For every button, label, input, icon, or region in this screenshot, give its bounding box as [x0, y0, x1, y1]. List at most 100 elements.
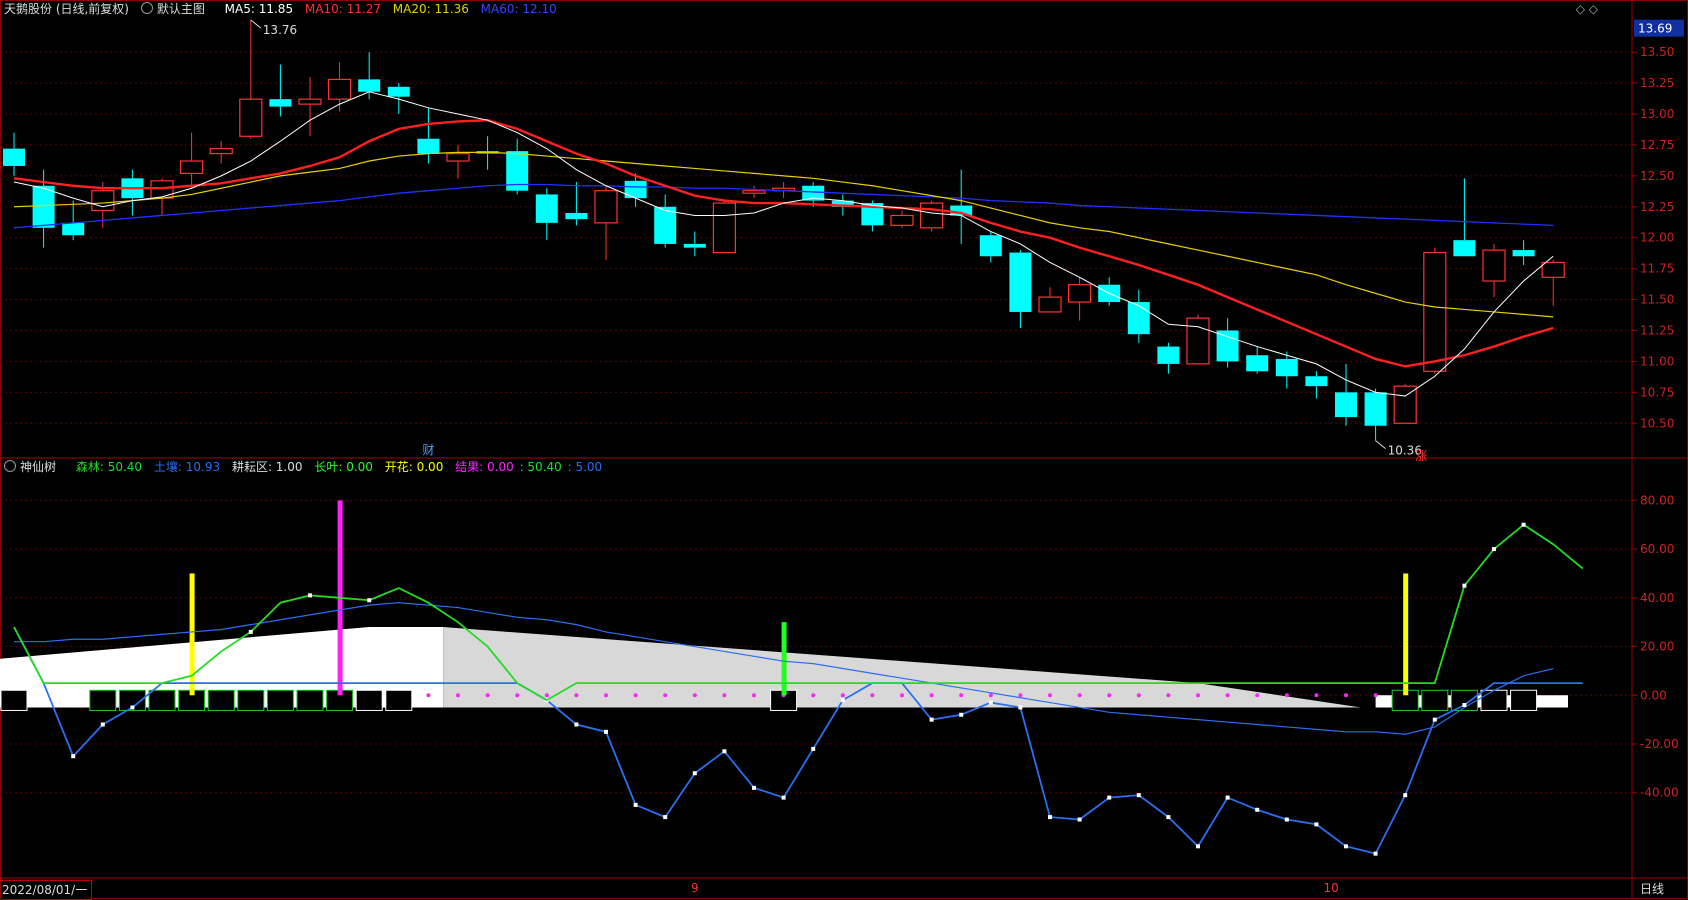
tree-box	[266, 689, 294, 711]
jieguo-point	[1107, 795, 1112, 800]
jieguo-value2: : 50.40	[519, 460, 562, 474]
zero-dot	[456, 693, 460, 698]
candle-up	[1038, 296, 1062, 313]
candle-down	[1216, 330, 1239, 362]
tree-box	[385, 689, 413, 711]
zhang-badge: 涨	[1415, 448, 1427, 463]
chart-canvas[interactable]: 10.50 10.75 11.00 11.25 11.50 11.75 12.00 12.25…	[0, 0, 1688, 899]
sub-ytick-label: 80.00	[1640, 493, 1674, 507]
zero-dot	[722, 693, 727, 698]
last-price-badge-label: 13.69	[1638, 22, 1672, 36]
stock-title[interactable]: 天鹅股份 (日线,前复权)	[4, 2, 129, 16]
candle-up	[91, 190, 115, 212]
candle-up	[1393, 385, 1417, 424]
jieguo-point	[1136, 793, 1141, 798]
candle-up	[1186, 317, 1210, 365]
main-indicator-label: 默认主图	[156, 2, 205, 16]
candle-up	[1423, 251, 1447, 372]
jieguo-point	[604, 729, 608, 734]
zero-dot	[1255, 693, 1260, 698]
candle-down	[535, 194, 558, 223]
zero-dot	[1284, 693, 1289, 698]
zero-dot	[426, 693, 431, 698]
zero-dot	[1048, 693, 1052, 698]
current-date: 2022/08/01/一	[2, 880, 93, 900]
candle-down	[1335, 392, 1357, 418]
candle-down	[1009, 252, 1032, 312]
jieguo-point	[130, 705, 135, 710]
zero-dot	[840, 693, 845, 698]
zero-dot	[988, 693, 993, 698]
jieguo-point	[1462, 703, 1467, 708]
jieguo-point	[1432, 717, 1437, 722]
jieguo-point	[633, 802, 638, 807]
sub-ytick-label: 40.00	[1640, 591, 1674, 605]
jieguo-point	[71, 754, 76, 759]
candle-up	[180, 160, 204, 174]
zero-dot	[1107, 693, 1112, 698]
zero-dot	[870, 693, 875, 698]
zero-dot	[1314, 693, 1319, 698]
sub-ytick-label: 20.00	[1640, 640, 1674, 654]
candle-down	[387, 86, 410, 97]
zero-dot	[692, 693, 697, 698]
candle-up	[712, 202, 737, 254]
jieguo-point	[1048, 815, 1052, 820]
signal-bar-kaihua	[1403, 573, 1409, 696]
ma5-label: MA5: 11.85	[224, 2, 294, 16]
month-label-10: 10	[1324, 881, 1339, 895]
candle-down	[3, 148, 25, 166]
main-ytick-label: 13.50	[1640, 45, 1674, 59]
tree-box	[89, 689, 117, 711]
period-label[interactable]: 日线	[1640, 880, 1664, 898]
senlin-point	[308, 593, 312, 598]
main-ytick-label: 11.50	[1640, 293, 1674, 307]
zero-dot	[900, 693, 904, 698]
ma20-line	[13, 151, 1554, 318]
jieguo-point	[1314, 822, 1319, 827]
cai-badge: 财	[422, 443, 434, 457]
jieguo-point	[811, 746, 816, 751]
jieguo-point	[663, 815, 668, 820]
jieguo-point	[1373, 851, 1378, 856]
jieguo-point	[722, 749, 727, 754]
main-ytick-label: 12.00	[1640, 231, 1674, 245]
jieguo-point	[1077, 817, 1082, 822]
sub-indicator-toggle[interactable]: 神仙树	[4, 460, 64, 474]
jieguo-point	[781, 795, 786, 800]
senlin-point	[1492, 547, 1496, 552]
candle-down	[654, 206, 677, 244]
candle-down	[1305, 376, 1328, 387]
sub-chart-header: 神仙树 森林: 50.40 土壤: 10.93 耕耘区: 1.00 长叶: 0.…	[4, 458, 610, 476]
senlin-point	[1462, 583, 1467, 588]
candle-up	[1482, 249, 1506, 282]
jieguo-point	[959, 712, 964, 717]
zero-dot	[1018, 693, 1023, 698]
ma10-line	[13, 118, 1554, 368]
candle-down	[1157, 346, 1180, 364]
zero-dot	[929, 693, 934, 698]
main-ytick-label: 10.50	[1640, 416, 1674, 430]
zero-dot	[604, 693, 608, 698]
main-ytick-label: 13.25	[1640, 76, 1674, 90]
main-ytick-label: 11.00	[1640, 354, 1674, 368]
candle-up	[446, 152, 470, 162]
candle-down	[1127, 302, 1150, 335]
jieguo-point	[929, 717, 934, 722]
candle-down	[269, 99, 292, 107]
month-label-9: 9	[691, 881, 699, 895]
zero-dot	[1344, 693, 1348, 698]
main-indicator-toggle[interactable]: 默认主图	[140, 2, 213, 16]
window-controls[interactable]: ◇ ◇	[1576, 2, 1598, 16]
jieguo-point	[1284, 817, 1289, 822]
candle-up	[209, 148, 233, 155]
jieguo-point	[1225, 795, 1230, 800]
candle-up	[328, 78, 352, 100]
zero-dot	[515, 693, 520, 698]
ma5-line	[13, 91, 1554, 397]
zero-dot	[1166, 693, 1171, 698]
jieguo-point	[1018, 705, 1023, 710]
candle-down	[417, 138, 440, 154]
zero-dot	[633, 693, 638, 698]
main-ytick-label: 13.00	[1640, 107, 1674, 121]
